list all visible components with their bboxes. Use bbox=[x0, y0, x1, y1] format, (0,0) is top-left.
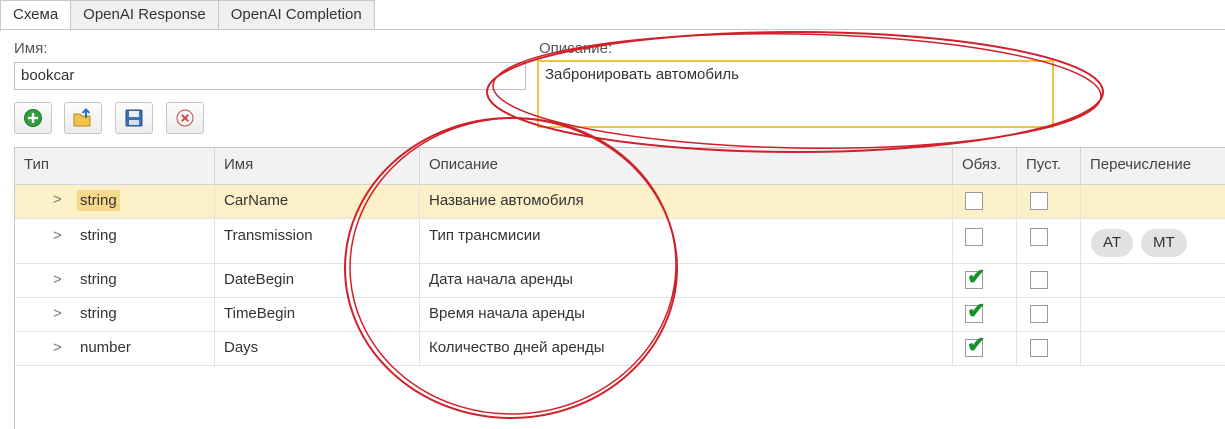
tab-openai-response[interactable]: OpenAI Response bbox=[70, 0, 219, 29]
name-input[interactable]: bookcar bbox=[14, 62, 526, 90]
schema-table: Тип Имя Описание Обяз. Пуст. Перечислени… bbox=[14, 147, 1225, 429]
name-label: Имя: bbox=[14, 40, 48, 57]
enum-pill[interactable]: AT bbox=[1091, 229, 1134, 257]
empty-checkbox[interactable] bbox=[1030, 228, 1048, 246]
open-folder-icon bbox=[73, 108, 91, 127]
empty-checkbox[interactable] bbox=[1030, 192, 1048, 210]
table-row[interactable]: > string DateBegin Дата начала аренды ✔ bbox=[15, 264, 1225, 298]
table-row[interactable]: > string Transmission Тип трансмисии AT … bbox=[15, 219, 1225, 264]
checkmark-icon: ✔ bbox=[967, 298, 986, 323]
table-row[interactable]: > number Days Количество дней аренды ✔ bbox=[15, 332, 1225, 366]
open-button[interactable] bbox=[64, 102, 102, 134]
required-checkbox[interactable] bbox=[965, 192, 983, 210]
required-checkbox[interactable] bbox=[965, 228, 983, 246]
add-button[interactable] bbox=[14, 102, 52, 134]
required-checkbox[interactable]: ✔ bbox=[965, 300, 985, 323]
header-name[interactable]: Имя bbox=[215, 148, 420, 184]
header-type[interactable]: Тип bbox=[15, 148, 215, 184]
tab-divider bbox=[0, 29, 1225, 30]
table-row[interactable]: > string TimeBegin Время начала аренды ✔ bbox=[15, 298, 1225, 332]
tab-schema[interactable]: Схема bbox=[0, 0, 72, 31]
tab-openai-completion[interactable]: OpenAI Completion bbox=[217, 0, 375, 29]
empty-checkbox[interactable] bbox=[1030, 305, 1048, 323]
enum-pill[interactable]: MT bbox=[1141, 229, 1187, 257]
save-icon bbox=[125, 109, 143, 127]
checkmark-icon: ✔ bbox=[967, 332, 986, 357]
header-description[interactable]: Описание bbox=[420, 148, 953, 184]
tab-bar: Схема OpenAI Response OpenAI Completion bbox=[0, 0, 375, 31]
description-input[interactable]: Забронировать автомобиль bbox=[537, 60, 1054, 128]
header-required[interactable]: Обяз. bbox=[953, 148, 1017, 184]
save-button[interactable] bbox=[115, 102, 153, 134]
required-checkbox[interactable]: ✔ bbox=[965, 266, 985, 289]
empty-checkbox[interactable] bbox=[1030, 271, 1048, 289]
delete-button[interactable] bbox=[166, 102, 204, 134]
header-empty[interactable]: Пуст. bbox=[1017, 148, 1081, 184]
delete-icon bbox=[176, 109, 194, 127]
empty-checkbox[interactable] bbox=[1030, 339, 1048, 357]
checkmark-icon: ✔ bbox=[967, 264, 986, 289]
header-enum[interactable]: Перечисление bbox=[1081, 148, 1225, 184]
add-icon bbox=[24, 109, 42, 127]
table-row[interactable]: > string CarName Название автомобиля bbox=[15, 185, 1225, 219]
description-label: Описание: bbox=[539, 40, 613, 57]
required-checkbox[interactable]: ✔ bbox=[965, 334, 985, 357]
table-header: Тип Имя Описание Обяз. Пуст. Перечислени… bbox=[15, 148, 1225, 185]
